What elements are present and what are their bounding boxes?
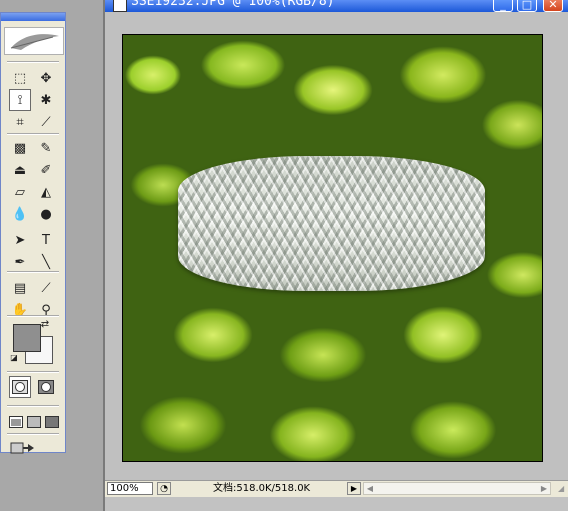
toolbox-divider	[7, 271, 59, 273]
rect-marquee-icon[interactable]: ⬚	[9, 67, 31, 89]
pen-icon[interactable]: ✒	[9, 251, 31, 273]
foreground-color-swatch[interactable]	[13, 324, 41, 352]
toolbox-divider	[7, 61, 59, 63]
eraser-icon[interactable]: ▱	[9, 181, 31, 203]
magic-wand-icon[interactable]: ✱	[35, 89, 57, 111]
swap-colors-icon[interactable]: ⇄	[39, 319, 51, 331]
toolbox-divider	[7, 371, 59, 373]
bandage-icon[interactable]: ▩	[9, 137, 31, 159]
brush-icon[interactable]: ✎	[35, 137, 57, 159]
full-screen-menu-mode-icon[interactable]	[25, 411, 43, 433]
move-icon[interactable]: ✥	[35, 67, 57, 89]
dodge-icon[interactable]: ●	[35, 203, 57, 225]
toolbox-titlebar[interactable]	[1, 13, 65, 21]
scroll-right-icon[interactable]: ▶	[538, 483, 550, 494]
slice-icon[interactable]: ⟋	[35, 111, 57, 133]
woven-bracelet-image	[178, 156, 485, 291]
line-icon[interactable]: ╲	[35, 251, 57, 273]
toolbox-divider	[7, 405, 59, 407]
status-info-icon[interactable]: ◔	[157, 482, 171, 495]
status-bar: 100% ◔ 文档:518.0K/518.0K ▶ ◀ ▶ ◢	[105, 480, 568, 497]
polygon-lasso-icon[interactable]: ⟟	[9, 89, 31, 111]
document-icon	[113, 0, 127, 12]
notes-icon[interactable]: ▤	[9, 277, 31, 299]
maximize-button[interactable]: □	[517, 0, 537, 12]
zoom-level-field[interactable]: 100%	[107, 482, 153, 495]
default-colors-icon[interactable]: ◪	[9, 353, 19, 363]
photo-image[interactable]	[122, 34, 543, 462]
document-size-info: 文档:518.0K/518.0K	[213, 483, 311, 494]
arrow-icon[interactable]: ➤	[9, 229, 31, 251]
minimize-button[interactable]: _	[493, 0, 513, 12]
zoom-icon[interactable]: ⚲	[35, 299, 57, 321]
full-screen-mode-icon[interactable]	[43, 411, 61, 433]
toolbox-divider	[7, 133, 59, 135]
horizontal-scrollbar[interactable]: ◀ ▶	[363, 482, 551, 495]
eyedropper-icon[interactable]: ⟋	[35, 277, 57, 299]
paint-bucket-icon[interactable]: ◭	[35, 181, 57, 203]
document-window: SSE19232.JPG @ 100%(RGB/8) _ □ ✕ 100% ◔ …	[103, 0, 568, 511]
feather-logo-icon[interactable]	[4, 27, 64, 55]
toolbox-panel: ⬚ ✥ ⟟ ✱ ⌗ ⟋ ▩ ✎ ⏏ ✐ ▱ ◭ 💧 ● ➤ T ✒ ╲ ▤ ⟋ ✋ ⚲ ⇄ ◪	[0, 12, 66, 454]
canvas-area[interactable]	[105, 12, 568, 480]
resize-grip-icon[interactable]: ◢	[558, 484, 568, 494]
type-icon[interactable]: T	[35, 229, 57, 251]
blur-drop-icon[interactable]: 💧	[9, 203, 31, 225]
toolbox-divider	[7, 433, 59, 435]
history-brush-icon[interactable]: ✐	[35, 159, 57, 181]
stamp-icon[interactable]: ⏏	[9, 159, 31, 181]
close-button[interactable]: ✕	[543, 0, 563, 12]
quick-mask-mode-icon[interactable]	[35, 376, 57, 398]
status-menu-arrow-icon[interactable]: ▶	[347, 482, 361, 495]
document-titlebar[interactable]: SSE19232.JPG @ 100%(RGB/8) _ □ ✕	[105, 0, 568, 12]
crop-icon[interactable]: ⌗	[9, 111, 31, 133]
document-title: SSE19232.JPG @ 100%(RGB/8)	[131, 0, 335, 9]
standard-screen-mode-icon[interactable]	[7, 411, 25, 433]
jump-to-imageready-icon[interactable]	[9, 437, 37, 459]
scroll-left-icon[interactable]: ◀	[364, 483, 376, 494]
standard-mode-icon[interactable]	[9, 376, 31, 398]
toolbox-divider	[7, 315, 59, 317]
hand-icon[interactable]: ✋	[9, 299, 31, 321]
